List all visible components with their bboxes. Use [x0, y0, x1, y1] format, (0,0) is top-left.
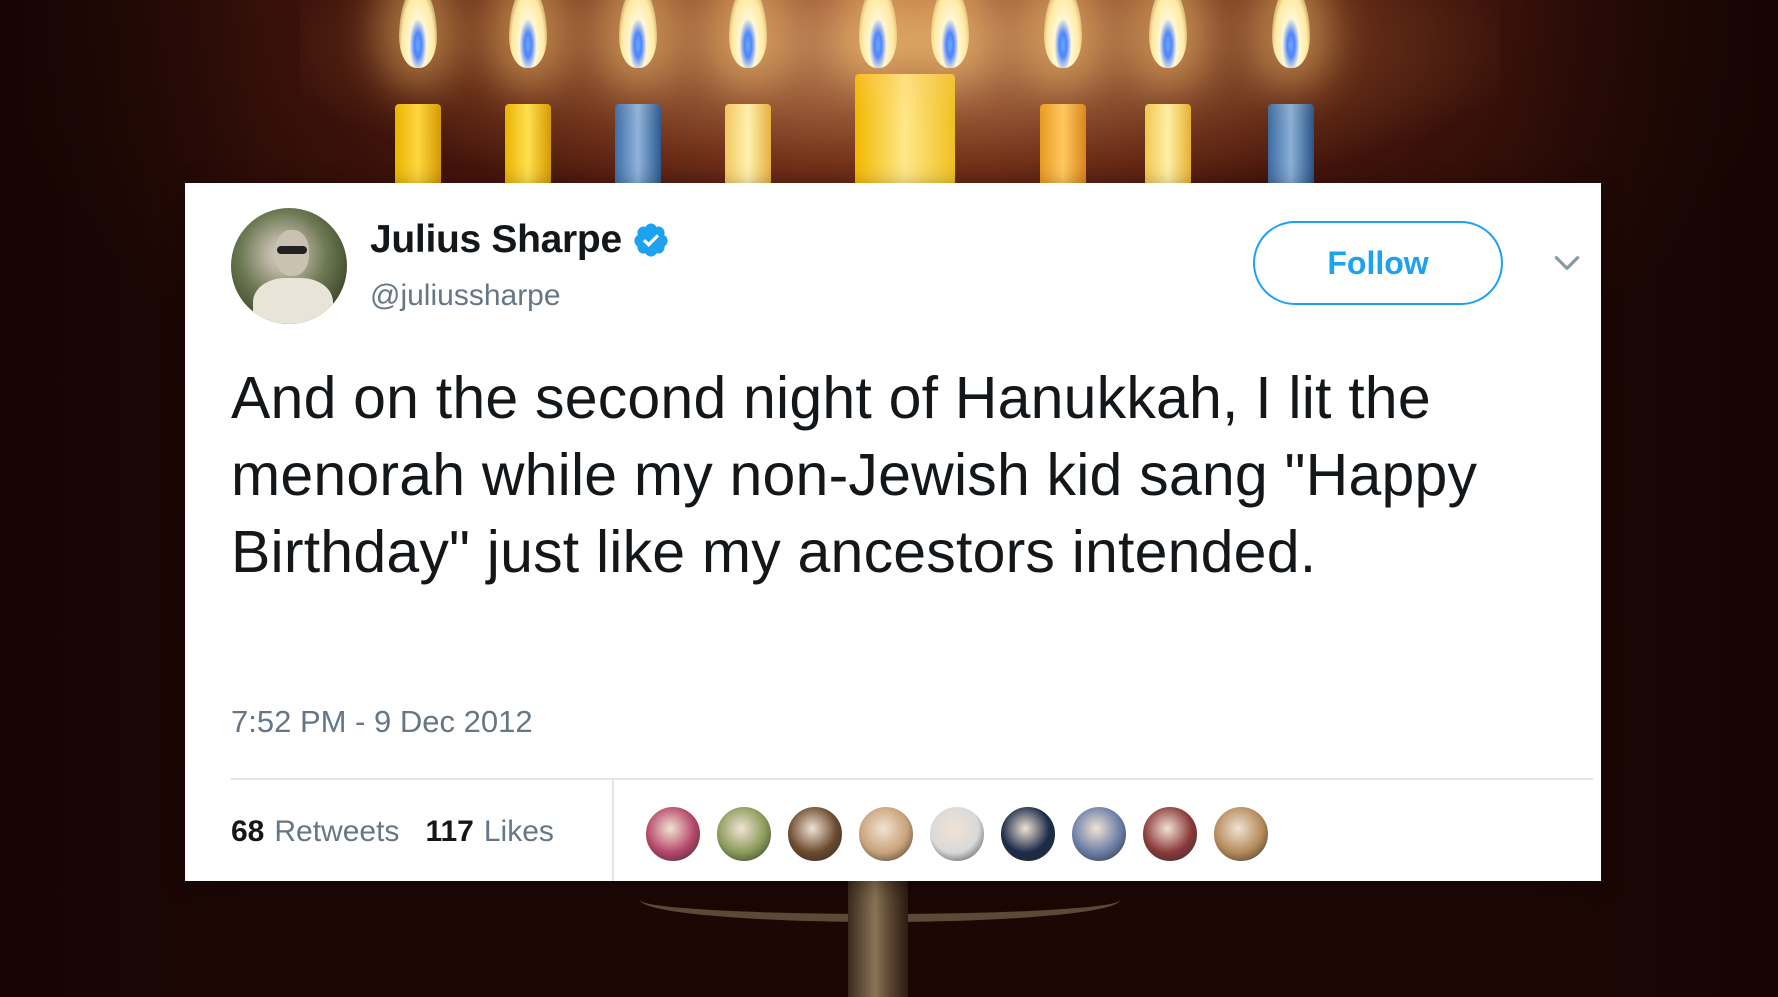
candle: [395, 104, 441, 184]
menorah-stem: [848, 878, 908, 997]
flame: [399, 0, 437, 68]
flame: [729, 0, 767, 68]
candle: [505, 104, 551, 184]
candle: [1145, 104, 1191, 184]
liker-avatar[interactable]: [714, 804, 774, 864]
candle: [615, 104, 661, 184]
candle: [1040, 104, 1086, 184]
tweet-stats: 68 Retweets 117 Likes: [231, 815, 554, 849]
menorah-candles: [0, 0, 1778, 200]
avatar-sunglasses: [277, 246, 307, 254]
likes-label: Likes: [483, 815, 554, 848]
liker-avatar[interactable]: [927, 804, 987, 864]
flame: [931, 0, 969, 68]
avatar[interactable]: [231, 208, 347, 324]
flame: [859, 0, 897, 68]
shamash-candle: [855, 74, 955, 184]
liker-avatar[interactable]: [1069, 804, 1129, 864]
divider: [231, 778, 1593, 780]
tweet-timestamp[interactable]: 7:52 PM - 9 Dec 2012: [231, 704, 533, 740]
chevron-down-icon[interactable]: [1551, 247, 1583, 279]
tweet-card: Julius Sharpe @juliussharpe Follow And o…: [185, 183, 1601, 881]
likes-count: 117: [425, 815, 474, 848]
flame: [1149, 0, 1187, 68]
follow-button[interactable]: Follow: [1253, 221, 1503, 305]
liker-avatar[interactable]: [1140, 804, 1200, 864]
tweet-text: And on the second night of Hanukkah, I l…: [231, 365, 1478, 585]
liker-avatar[interactable]: [856, 804, 916, 864]
display-name[interactable]: Julius Sharpe: [370, 218, 622, 262]
retweets-count: 68: [231, 815, 265, 848]
author-name-row: Julius Sharpe: [370, 218, 670, 262]
liker-avatars: [643, 804, 1282, 864]
candle: [1268, 104, 1314, 184]
verified-badge-icon: [634, 223, 668, 257]
flame: [509, 0, 547, 68]
avatar-body: [253, 278, 333, 324]
retweets-stat[interactable]: 68 Retweets: [231, 815, 399, 849]
liker-avatar[interactable]: [785, 804, 845, 864]
flame: [1272, 0, 1310, 68]
liker-avatar[interactable]: [643, 804, 703, 864]
candle: [725, 104, 771, 184]
flame: [1044, 0, 1082, 68]
stats-separator: [612, 780, 614, 881]
likes-stat[interactable]: 117 Likes: [425, 815, 553, 849]
liker-avatar[interactable]: [1211, 804, 1271, 864]
user-handle[interactable]: @juliussharpe: [370, 279, 561, 313]
retweets-label: Retweets: [274, 815, 400, 848]
liker-avatar[interactable]: [998, 804, 1058, 864]
flame: [619, 0, 657, 68]
